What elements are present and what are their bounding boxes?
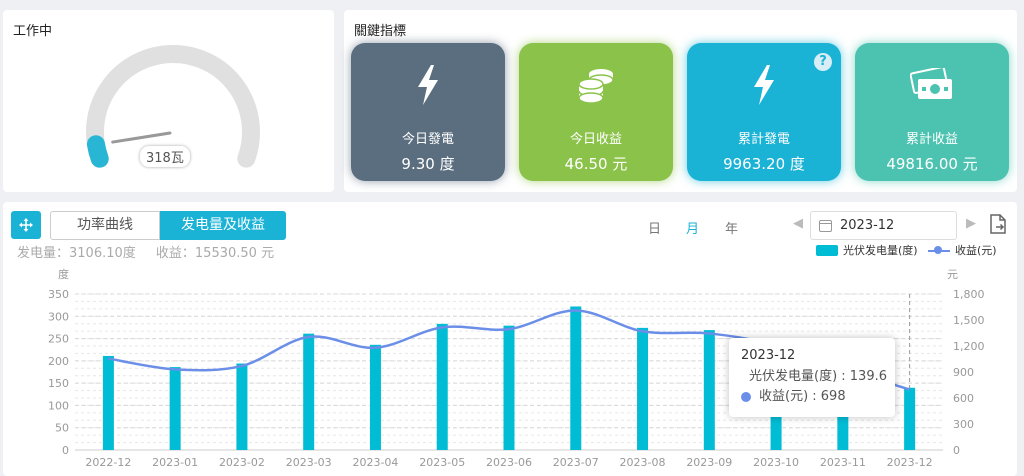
y-tick-right: 1,500 bbox=[953, 314, 985, 327]
y-tick-left: 150 bbox=[48, 377, 69, 390]
x-tick-label: 2023-09 bbox=[686, 456, 732, 469]
y-tick-right: 1,800 bbox=[953, 288, 985, 301]
gauge-needle bbox=[111, 131, 172, 144]
kpi-value: 9.30 度 bbox=[401, 155, 455, 173]
chart-bar bbox=[236, 363, 248, 450]
lightning-icon bbox=[418, 65, 438, 105]
x-tick-label: 2023-02 bbox=[219, 456, 265, 469]
x-tick-label: 2022-12 bbox=[85, 456, 131, 469]
y-tick-left: 300 bbox=[48, 310, 69, 323]
y-tick-left: 350 bbox=[48, 288, 69, 301]
y-tick-left: 200 bbox=[48, 355, 69, 368]
x-tick-label: 2023-01 bbox=[152, 456, 198, 469]
kpi-card-total-income: 累計收益 49816.00 元 bbox=[855, 43, 1009, 181]
chart-tooltip: 2023-12 光伏发电量(度) : 139.6 收益(元) : 698 bbox=[729, 338, 895, 417]
y-axis-unit-left: 度 bbox=[58, 267, 69, 281]
kpi-card-today-energy: 今日發電 9.30 度 bbox=[351, 43, 505, 181]
y-tick-left: 100 bbox=[48, 399, 69, 412]
x-tick-label: 2023-07 bbox=[553, 456, 599, 469]
y-tick-right: 300 bbox=[953, 418, 974, 431]
x-tick-label: 2023-10 bbox=[753, 456, 799, 469]
y-tick-right: 600 bbox=[953, 392, 974, 405]
y-tick-left: 0 bbox=[62, 444, 69, 457]
x-tick-label: 2023-06 bbox=[486, 456, 532, 469]
kpi-value: 49816.00 元 bbox=[886, 155, 978, 173]
chart-bar bbox=[436, 323, 448, 450]
chart-bar bbox=[369, 344, 381, 450]
y-tick-right: 0 bbox=[953, 444, 960, 457]
chart-bar bbox=[102, 355, 114, 450]
tooltip-text: 光伏发电量(度) : 139.6 bbox=[749, 369, 888, 384]
gauge-fill bbox=[86, 135, 109, 168]
y-axis-unit-right: 元 bbox=[947, 268, 958, 281]
gauge-value: 318瓦 bbox=[140, 146, 190, 167]
tooltip-title: 2023-12 bbox=[741, 348, 796, 363]
tooltip-row-energy: 光伏发电量(度) : 139.6 bbox=[741, 367, 887, 387]
y-tick-left: 250 bbox=[48, 333, 69, 346]
kpi-card-total-energy: ? 累計發電 9963.20 度 bbox=[687, 43, 841, 181]
x-tick-label: 2023-12 bbox=[887, 456, 933, 469]
kpi-label: 累計發電 bbox=[737, 132, 790, 147]
kpi-label: 今日收益 bbox=[569, 132, 622, 147]
gauge-track bbox=[86, 45, 260, 168]
kpi-value: 9963.20 度 bbox=[723, 155, 805, 173]
x-tick-label: 2023-08 bbox=[620, 456, 666, 469]
kpi-label: 累計收益 bbox=[905, 132, 958, 147]
chart-bar bbox=[904, 387, 916, 450]
chart-bar bbox=[303, 333, 315, 450]
cash-icon bbox=[910, 68, 952, 99]
lightning-icon bbox=[754, 65, 774, 105]
chart-bar bbox=[169, 367, 181, 450]
chart-bar bbox=[637, 327, 649, 450]
chart-bar bbox=[703, 330, 715, 450]
status-panel: 工作中 318瓦 bbox=[3, 10, 334, 192]
kpi-value: 46.50 元 bbox=[564, 155, 628, 173]
x-tick-label: 2023-04 bbox=[352, 456, 398, 469]
x-tick-label: 2023-11 bbox=[820, 456, 866, 469]
x-tick-label: 2023-05 bbox=[419, 456, 465, 469]
tooltip-row-income: 收益(元) : 698 bbox=[741, 387, 883, 407]
tooltip-dot bbox=[741, 392, 751, 402]
chart-bar bbox=[570, 306, 582, 450]
kpi-label: 今日發電 bbox=[401, 132, 454, 147]
chart-bar bbox=[503, 325, 515, 450]
tooltip-text: 收益(元) : 698 bbox=[759, 389, 846, 404]
kpi-title: 關鍵指標 bbox=[354, 24, 407, 39]
y-tick-right: 900 bbox=[953, 366, 974, 379]
y-tick-right: 1,200 bbox=[953, 340, 985, 353]
kpi-card-today-income: 今日收益 46.50 元 bbox=[519, 43, 673, 181]
chart-panel: 功率曲线 发电量及收益 日 月 年 ◀ 2023-12 ▶ 发电量：3106.1… bbox=[3, 202, 1017, 476]
coins-icon bbox=[578, 69, 614, 103]
kpi-panel: 關鍵指標 今日發電 9.30 度 今日收益 46.50 元 ? 累計發電 996… bbox=[344, 10, 1017, 192]
x-tick-label: 2023-03 bbox=[286, 456, 332, 469]
y-tick-left: 50 bbox=[55, 422, 69, 435]
